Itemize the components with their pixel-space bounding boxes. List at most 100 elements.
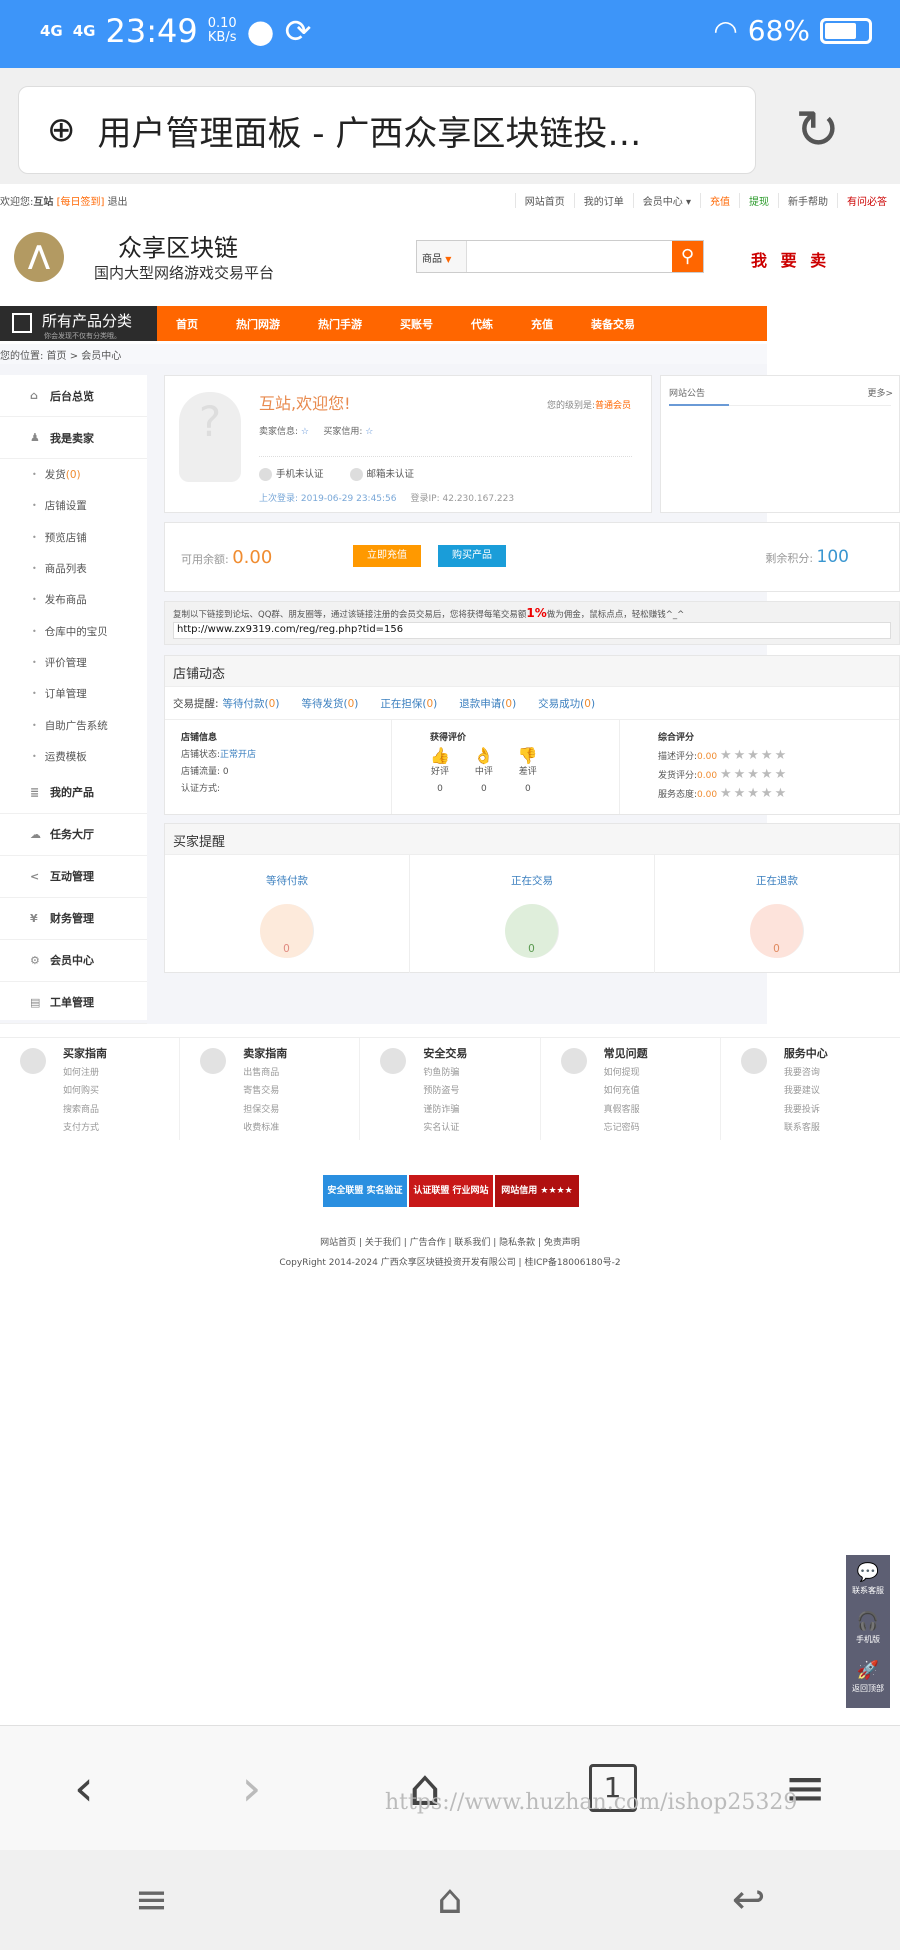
nav-home[interactable]: 首页 bbox=[157, 316, 217, 332]
badge-credit[interactable]: 网站信用 ★★★★ bbox=[495, 1175, 579, 1207]
top-link-recharge[interactable]: 充值 bbox=[700, 192, 739, 208]
reminder-link[interactable]: 等待发货(0) bbox=[301, 696, 358, 710]
available-balance: 可用余额: 0.00 bbox=[181, 547, 273, 568]
sidebar-sub-item[interactable]: 运费模板 bbox=[0, 741, 147, 772]
search-input[interactable] bbox=[467, 241, 672, 272]
phone-icon bbox=[259, 468, 272, 481]
back-icon[interactable]: ‹ bbox=[74, 1759, 94, 1817]
help-column: 安全交易 钓鱼防骗 预防盗号 谨防诈骗 实名认证 bbox=[360, 1038, 541, 1140]
top-link-member[interactable]: 会员中心 ▾ bbox=[632, 192, 700, 208]
user-icon: ♟ bbox=[30, 431, 40, 444]
floating-toolbar: 💬 联系客服 🎧 手机版 🚀 返回顶部 bbox=[846, 1555, 890, 1708]
net-speed: 0.10 KB/s bbox=[207, 16, 237, 45]
sidebar-ship[interactable]: 发货(0) bbox=[0, 459, 147, 490]
nav-equipment[interactable]: 装备交易 bbox=[572, 316, 654, 332]
clock: 23:49 bbox=[105, 12, 198, 50]
back-icon[interactable]: ↩ bbox=[732, 1877, 766, 1923]
mobile-version-button[interactable]: 🎧 手机版 bbox=[846, 1610, 890, 1659]
verification-status: 手机未认证 邮箱未认证 bbox=[259, 466, 414, 481]
nav-buy-account[interactable]: 买账号 bbox=[381, 316, 452, 332]
nav-recharge[interactable]: 充值 bbox=[512, 316, 572, 332]
reminder-link[interactable]: 退款申请(0) bbox=[459, 696, 516, 710]
sidebar-sub-item[interactable]: 评价管理 bbox=[0, 647, 147, 678]
list-icon: ≣ bbox=[30, 785, 40, 799]
trust-badges: 安全联盟 实名验证 认证联盟 行业网站 网站信用 ★★★★ bbox=[323, 1175, 579, 1207]
buyer-reminder-item[interactable]: 正在退款 0 bbox=[655, 855, 899, 973]
footer-links[interactable]: 网站首页 | 关于我们 | 广告合作 | 联系我们 | 隐私条款 | 免责声明 bbox=[0, 1235, 900, 1248]
sidebar-sub-item[interactable]: 发布商品 bbox=[0, 584, 147, 615]
sync-icon: ⟳ bbox=[284, 12, 312, 50]
help-column: 卖家指南 出售商品 寄售交易 担保交易 收费标准 bbox=[180, 1038, 361, 1140]
sidebar-sub-item[interactable]: 店铺设置 bbox=[0, 490, 147, 521]
top-link-orders[interactable]: 我的订单 bbox=[573, 192, 633, 208]
address-bar[interactable]: ⊕ 用户管理面板 - 广西众享区块链投… bbox=[18, 86, 756, 174]
copyright: CopyRight 2014-2024 广西众享区块链投资开发有限公司 | 桂I… bbox=[279, 1258, 621, 1268]
home-icon[interactable]: ⌂ bbox=[437, 1877, 462, 1923]
sidebar-finance[interactable]: ¥ 财务管理 bbox=[0, 898, 147, 940]
sidebar-sub-item[interactable]: 预览店铺 bbox=[0, 522, 147, 553]
sidebar-my-products[interactable]: ≣ 我的产品 bbox=[0, 772, 147, 814]
sidebar-seller[interactable]: ♟ 我是卖家 bbox=[0, 417, 147, 459]
search-icon: ⚲ bbox=[680, 246, 695, 267]
referral-description: 复制以下链接到论坛、QQ群、朋友圈等，通过该链接注册的会员交易后，您将获得每笔交… bbox=[173, 606, 685, 620]
page-title: 用户管理面板 - 广西众享区块链投… bbox=[97, 113, 642, 154]
rocket-icon: 🚀 bbox=[856, 1660, 880, 1681]
daily-signin-link[interactable]: [每日签到] bbox=[57, 193, 105, 208]
email-verify[interactable]: 邮箱未认证 bbox=[349, 466, 414, 481]
help-column: 常见问题 如何提现 如何充值 真假客服 忘记密码 bbox=[541, 1038, 721, 1140]
logout-link[interactable]: 退出 bbox=[108, 193, 128, 208]
top-link-home[interactable]: 网站首页 bbox=[514, 192, 574, 208]
reminder-link[interactable]: 交易成功(0) bbox=[538, 696, 595, 710]
nav-mobile-games[interactable]: 热门手游 bbox=[299, 316, 381, 332]
sell-link[interactable]: 我 要 卖 bbox=[751, 247, 830, 271]
recharge-button[interactable]: 立即充值 bbox=[353, 545, 421, 567]
badge-certified[interactable]: 认证联盟 行业网站 bbox=[409, 1175, 493, 1207]
sidebar-member-center[interactable]: ⚙ 会员中心 bbox=[0, 940, 147, 982]
badge-security[interactable]: 安全联盟 实名验证 bbox=[323, 1175, 407, 1207]
divider bbox=[259, 456, 632, 457]
member-level: 您的级别是:普通会员 bbox=[546, 401, 631, 411]
recents-icon[interactable]: ≡ bbox=[135, 1877, 169, 1923]
announcement-card: 网站公告 更多> bbox=[660, 375, 900, 513]
back-to-top-button[interactable]: 🚀 返回顶部 bbox=[846, 1659, 890, 1708]
sidebar-interaction[interactable]: < 互动管理 bbox=[0, 856, 147, 898]
search-button[interactable]: ⚲ bbox=[672, 241, 703, 272]
top-link-help[interactable]: 新手帮助 bbox=[778, 192, 837, 208]
sidebar-tickets[interactable]: ▤ 工单管理 bbox=[0, 982, 147, 1024]
nav-boosting[interactable]: 代练 bbox=[452, 316, 512, 332]
more-link[interactable]: 更多> bbox=[867, 386, 893, 399]
all-categories[interactable]: 所有产品分类 你会发现不仅有分类哦。 bbox=[0, 306, 157, 341]
buy-product-button[interactable]: 购买产品 bbox=[438, 545, 506, 567]
avatar: ? bbox=[179, 392, 241, 482]
sidebar-sub-item[interactable]: 订单管理 bbox=[0, 678, 147, 709]
buyer-reminder-item[interactable]: 等待付款 0 bbox=[165, 855, 410, 973]
buyer-reminder-item[interactable]: 正在交易 0 bbox=[410, 855, 655, 973]
reminder-link[interactable]: 等待付款(0) bbox=[223, 696, 280, 710]
reminder-link[interactable]: 正在担保(0) bbox=[380, 696, 437, 710]
wrench-icon bbox=[560, 1048, 587, 1074]
sidebar-sub-item[interactable]: 自助广告系统 bbox=[0, 709, 147, 740]
sidebar-sub-item[interactable]: 仓库中的宝贝 bbox=[0, 615, 147, 646]
forward-icon[interactable]: › bbox=[241, 1759, 261, 1817]
cloud-icon: ☁ bbox=[30, 827, 41, 841]
reload-icon[interactable]: ↻ bbox=[795, 98, 840, 161]
referral-url-input[interactable]: http://www.zx9319.com/reg/reg.php?tid=15… bbox=[173, 622, 891, 639]
sidebar-sub-item[interactable]: 商品列表 bbox=[0, 553, 147, 584]
breadcrumb: 您的位置: 首页 > 会员中心 bbox=[0, 344, 767, 364]
system-nav-bar: ≡ ⌂ ↩ bbox=[0, 1850, 900, 1950]
globe-icon: ⊕ bbox=[47, 110, 76, 150]
nav-pc-games[interactable]: 热门网游 bbox=[217, 316, 299, 332]
top-link-qa[interactable]: 有问必答 bbox=[837, 192, 896, 208]
contact-service-button[interactable]: 💬 联系客服 bbox=[846, 1561, 890, 1610]
search-category-select[interactable]: 商品 ▼ bbox=[417, 241, 467, 272]
compass-icon bbox=[20, 1048, 46, 1074]
phone-verify[interactable]: 手机未认证 bbox=[259, 466, 324, 481]
site-logo[interactable]: ⋀ bbox=[14, 232, 64, 282]
buyer-reminders: 买家提醒 等待付款 0 正在交易 0 正在退款 0 bbox=[164, 823, 900, 973]
top-link-withdraw[interactable]: 提现 bbox=[739, 192, 778, 208]
sidebar-overview[interactable]: ⌂ 后台总览 bbox=[0, 375, 147, 417]
section-title: 买家提醒 bbox=[165, 824, 899, 855]
chat-icon: 💬 bbox=[856, 1562, 880, 1583]
sidebar-task-hall[interactable]: ☁ 任务大厅 bbox=[0, 814, 147, 856]
welcome-text: 互站,欢迎您! bbox=[259, 394, 351, 413]
